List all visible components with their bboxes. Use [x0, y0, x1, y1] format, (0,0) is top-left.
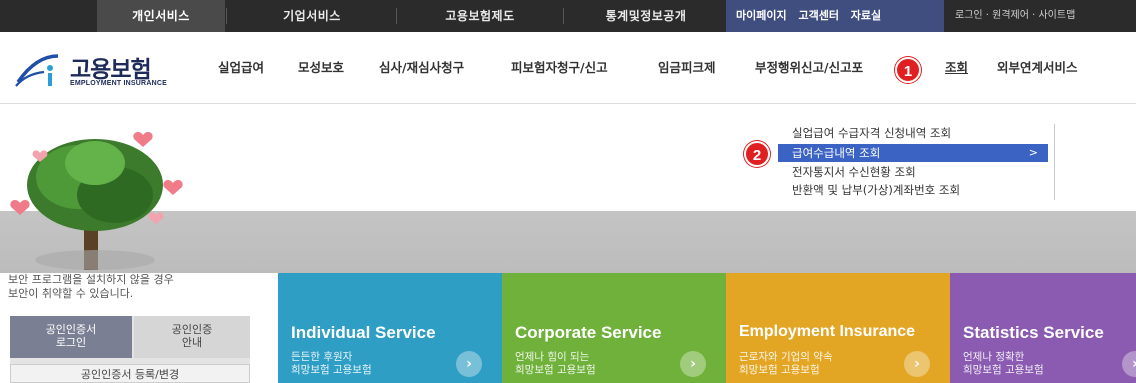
cert-panel: 공인인증서 로그인 공인인증 안내 공인인증서 등록/변경	[10, 316, 250, 383]
tab-statistics[interactable]: 통계및정보공개	[566, 0, 726, 32]
cert-login-button[interactable]: 공인인증서 로그인	[10, 316, 132, 358]
cert-register-button[interactable]: 공인인증서 등록/변경	[10, 364, 250, 383]
chevron-right-icon[interactable]: ›	[456, 351, 482, 377]
tab-corporate-service[interactable]: 기업서비스	[232, 0, 392, 32]
nav-unemployment[interactable]: 실업급여	[218, 58, 264, 78]
service-desc: 근로자와 기업의 약속 희망보험 고용보험	[739, 351, 833, 376]
customer-center-link[interactable]: 고객센터	[798, 9, 838, 22]
service-title: Individual Service	[291, 323, 436, 342]
logo-korean: 고용보험	[70, 57, 152, 83]
service-title: Statistics Service	[963, 323, 1104, 342]
site-logo[interactable]: 고용보험 EMPLOYMENT INSURANCE	[14, 50, 184, 92]
divider	[1054, 124, 1055, 200]
nav-maternity[interactable]: 모성보호	[298, 58, 344, 78]
submenu-notice-status[interactable]: 전자통지서 수신현황 조회	[778, 163, 1048, 181]
service-desc: 든든한 후원자 희망보험 고용보험	[291, 351, 372, 376]
nav-wage-peak[interactable]: 임금피크제	[658, 58, 716, 78]
nav-insured-claim[interactable]: 피보험자청구/신고	[511, 58, 608, 78]
submenu-refund-account[interactable]: 반환액 및 납부(가상)계좌번호 조회	[778, 181, 1048, 199]
nav-inquiry[interactable]: 조회	[945, 58, 968, 78]
divider	[563, 8, 564, 24]
security-notice: 보안 프로그램을 설치하지 않을 경우 보안이 취약할 수 있습니다.	[8, 273, 268, 301]
header: 고용보험 EMPLOYMENT INSURANCE 실업급여 모성보호 심사/재…	[0, 32, 1136, 104]
logo-english: EMPLOYMENT INSURANCE	[70, 80, 167, 87]
submenu-qualification-inquiry[interactable]: 실업급여 수급자격 신청내역 조회	[778, 124, 1048, 142]
top-right-links[interactable]: 로그인 · 원격제어 · 사이트맵	[955, 0, 1075, 32]
service-tile-individual[interactable]: Individual Service 든든한 후원자 희망보험 고용보험 ›	[278, 273, 502, 383]
chevron-right-icon[interactable]: ›	[1122, 351, 1136, 377]
divider	[396, 8, 397, 24]
service-tile-employment[interactable]: Employment Insurance 근로자와 기업의 약속 희망보험 고용…	[726, 273, 950, 383]
chevron-right-icon: >	[1028, 146, 1038, 159]
chevron-right-icon[interactable]: ›	[680, 351, 706, 377]
chevron-right-icon[interactable]: ›	[904, 351, 930, 377]
step-badge-2: 2	[744, 141, 770, 167]
mypage-link[interactable]: 마이페이지	[736, 9, 787, 22]
service-title: Employment Insurance	[739, 323, 916, 340]
top-bar: 개인서비스 기업서비스 고용보험제도 통계및정보공개 마이페이지 고객센터 자료…	[0, 0, 1136, 32]
utility-menu: 마이페이지 고객센터 자료실	[726, 0, 944, 32]
nav-external-service[interactable]: 외부연계서비스	[997, 58, 1078, 78]
tab-personal-service[interactable]: 개인서비스	[97, 0, 225, 32]
logo-mark-icon	[15, 54, 59, 87]
nav-fraud-report[interactable]: 부정행위신고/신고포	[755, 58, 863, 78]
nav-review[interactable]: 심사/재심사청구	[379, 58, 464, 78]
service-tile-statistics[interactable]: Statistics Service 언제나 정확한 희망보험 고용보험 ›	[950, 273, 1136, 383]
submenu-benefit-label: 급여수급내역 조회	[792, 146, 881, 160]
service-tile-corporate[interactable]: Corporate Service 언제나 힘이 되는 희망보험 고용보험 ›	[502, 273, 726, 383]
resources-link[interactable]: 자료실	[851, 9, 881, 22]
divider	[226, 8, 227, 24]
step-badge-1: 1	[895, 57, 921, 83]
service-desc: 언제나 정확한 희망보험 고용보험	[963, 351, 1044, 376]
tree-illustration	[10, 132, 183, 270]
submenu-benefit-inquiry[interactable]: 급여수급내역 조회 >	[778, 144, 1048, 162]
service-desc: 언제나 힘이 되는 희망보험 고용보험	[515, 351, 596, 376]
tab-insurance-system[interactable]: 고용보험제도	[400, 0, 560, 32]
cert-guide-button[interactable]: 공인인증 안내	[134, 316, 250, 358]
service-title: Corporate Service	[515, 323, 662, 342]
security-notice-text: 보안 프로그램을 설치하지 않을 경우 보안이 취약할 수 있습니다.	[8, 273, 174, 300]
